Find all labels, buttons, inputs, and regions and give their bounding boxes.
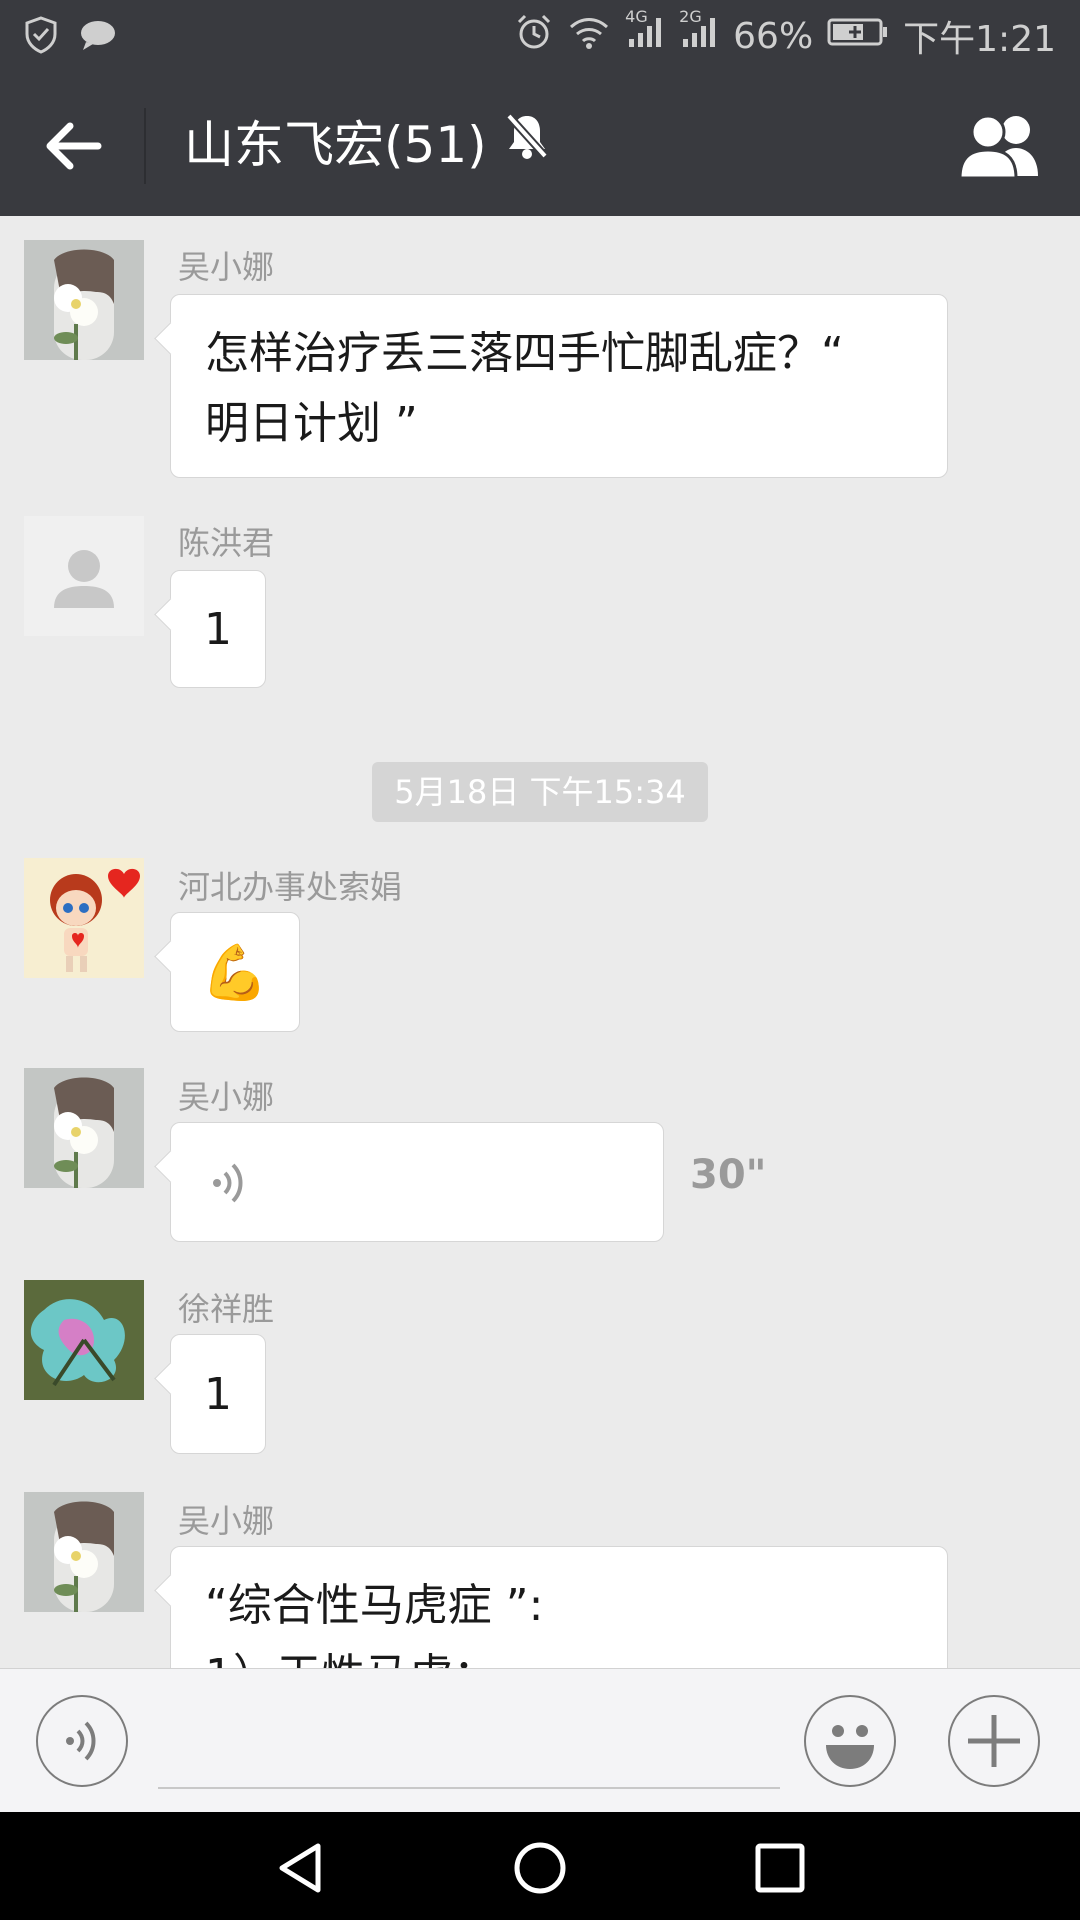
- avatar-wu-xiaona[interactable]: [24, 1492, 144, 1612]
- group-name: 山东飞宏(51): [184, 115, 487, 174]
- message-text: 1: [204, 604, 232, 655]
- battery-charging-icon: [827, 16, 889, 57]
- sender-name: 吴小娜: [178, 1078, 275, 1116]
- avatar-default-person[interactable]: [24, 516, 144, 636]
- emoji-button[interactable]: [804, 1695, 896, 1787]
- avatar-wu-xiaona[interactable]: [24, 1068, 144, 1188]
- voice-duration: 30": [690, 1152, 767, 1198]
- message-line: 明日计划 ”: [205, 398, 418, 449]
- message-line: 怎样治疗丢三落四手忙脚乱症？“: [205, 328, 844, 379]
- back-arrow-icon[interactable]: [36, 108, 112, 184]
- flexed-biceps-emoji: 💪: [201, 941, 269, 1004]
- chat-header: 山东飞宏(51): [0, 72, 1080, 216]
- time-divider: 5月18日 下午15:34: [372, 762, 708, 822]
- sender-name: 河北办事处索娟: [178, 868, 403, 906]
- avatar-wu-xiaona[interactable]: [24, 240, 144, 360]
- sender-name: 陈洪君: [178, 524, 275, 562]
- message-bubble[interactable]: 1: [170, 1334, 266, 1454]
- system-nav-bar: [0, 1812, 1080, 1920]
- chat-title: 山东飞宏(51): [184, 110, 551, 179]
- wifi-icon: [567, 13, 611, 60]
- add-plus-button[interactable]: [948, 1695, 1040, 1787]
- avatar-flower[interactable]: [24, 1280, 144, 1400]
- nav-home-circle-icon[interactable]: [512, 1840, 568, 1900]
- group-members-icon[interactable]: [958, 110, 1042, 182]
- chat-message-list[interactable]: 吴小娜 怎样治疗丢三落四手忙脚乱症？“ 明日计划 ” 陈洪君 1 5月18日 下…: [0, 216, 1080, 1668]
- message-bubble[interactable]: 怎样治疗丢三落四手忙脚乱症？“ 明日计划 ”: [170, 294, 948, 478]
- message-bubble[interactable]: “综合性马虎症 ”: 1）天性马虎：: [170, 1546, 948, 1668]
- message-line: “综合性马虎症 ”:: [205, 1580, 544, 1631]
- input-bar: [0, 1668, 1080, 1812]
- avatar-cartoon-boy[interactable]: [24, 858, 144, 978]
- message-text: 1: [204, 1369, 232, 1420]
- status-bar: 4G 2G 66% 下午1:21: [0, 0, 1080, 72]
- message-line: 1）天性马虎：: [205, 1641, 913, 1668]
- voice-wave-icon: [207, 1157, 259, 1230]
- voice-message-bubble[interactable]: [170, 1122, 664, 1242]
- battery-percent: 66%: [733, 15, 814, 57]
- header-divider: [144, 108, 146, 184]
- message-bubble[interactable]: 1: [170, 570, 266, 688]
- mute-bell-icon: [503, 110, 551, 179]
- signal-4g-icon: 4G: [625, 7, 665, 60]
- sender-name: 吴小娜: [178, 1502, 275, 1540]
- network-label-2g: 2G: [679, 6, 702, 26]
- signal-2g-icon: 2G: [679, 7, 719, 60]
- chat-bubble-icon: [78, 18, 118, 56]
- message-bubble[interactable]: 💪: [170, 912, 300, 1032]
- network-label-4g: 4G: [625, 6, 648, 26]
- clock: 下午1:21: [903, 19, 1056, 60]
- message-input[interactable]: [158, 1787, 780, 1789]
- alarm-icon: [515, 13, 553, 60]
- voice-input-button[interactable]: [36, 1695, 128, 1787]
- sender-name: 吴小娜: [178, 248, 275, 286]
- nav-recents-square-icon[interactable]: [752, 1840, 808, 1900]
- nav-back-triangle-icon[interactable]: [272, 1840, 328, 1900]
- sender-name: 徐祥胜: [178, 1290, 275, 1328]
- shield-check-icon: [24, 16, 58, 58]
